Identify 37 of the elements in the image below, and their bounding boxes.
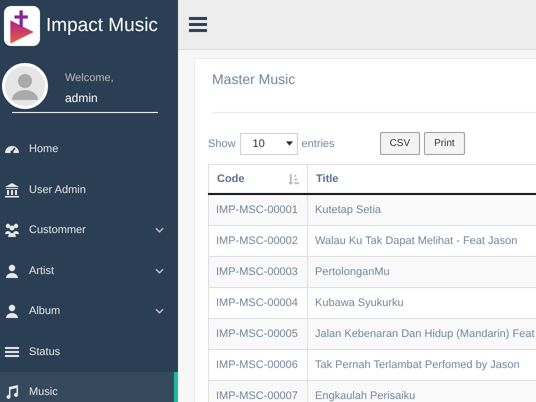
user-icon (4, 303, 20, 320)
table-cell: IMP-MSC-00005 (208, 318, 308, 349)
app-title: Impact Music (46, 15, 158, 37)
table-cell: IMP-MSC-00003 (208, 256, 308, 287)
export-button[interactable]: CSV (380, 132, 420, 155)
table-cell: IMP-MSC-00007 (208, 380, 308, 402)
bank-icon (4, 182, 20, 198)
page-size-select[interactable]: 10 (240, 132, 298, 154)
user-icon (4, 262, 20, 279)
table-cell: Jalan Kebenaran Dan Hidup (Mandarin) Feat (308, 318, 536, 349)
users-icon (4, 222, 20, 238)
panel-title: Master Music (212, 71, 536, 113)
table-cell: IMP-MSC-00001 (208, 194, 308, 225)
sidebar-item[interactable]: Custommer (0, 210, 178, 250)
user-name: admin (65, 90, 99, 104)
table-cell: PertolonganMu (308, 256, 536, 287)
table-cell: IMP-MSC-00002 (208, 225, 308, 256)
table-cell: Kutetap Setia (308, 194, 536, 225)
export-button[interactable]: Print (424, 132, 465, 155)
sidebar-item[interactable]: Status (0, 332, 178, 372)
sort-icon (288, 174, 299, 185)
table-cell: IMP-MSC-00006 (208, 349, 308, 380)
sidebar-item[interactable]: User Admin (0, 170, 178, 210)
sidebar-item[interactable]: Album (0, 291, 178, 332)
menu-icon[interactable] (189, 17, 207, 32)
music-icon (4, 384, 20, 400)
sidebar-item[interactable]: Artist (0, 250, 178, 291)
sidebar-item[interactable]: Music (0, 372, 178, 402)
table-cell: IMP-MSC-00004 (208, 287, 308, 318)
entries-label: entries (302, 138, 335, 150)
table-cell: Engkaulah Perisaiku (308, 380, 536, 402)
avatar-icon (2, 63, 48, 109)
logo-icon (4, 6, 40, 46)
welcome-text: Welcome, (65, 72, 114, 84)
caret-icon (286, 141, 293, 146)
sidebar-item[interactable]: Home (0, 129, 178, 170)
show-label: Show (208, 138, 236, 150)
